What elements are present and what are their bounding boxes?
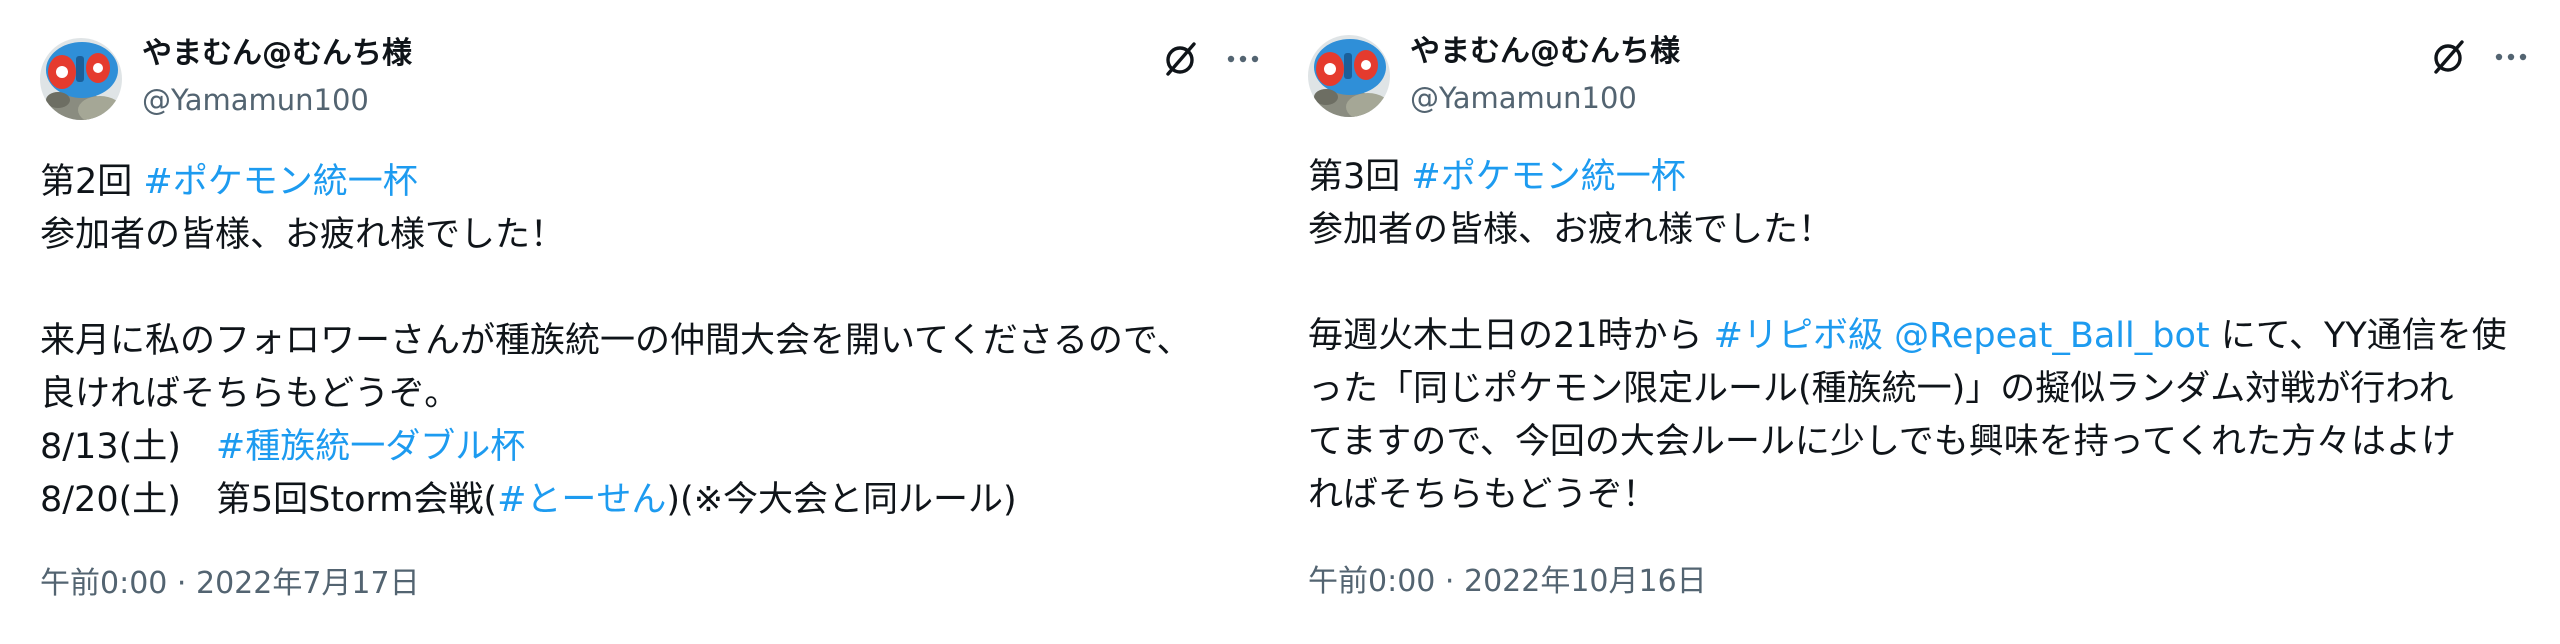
avatar[interactable] [40, 38, 122, 120]
text-line: 第3回 #ポケモン統一杯 [1308, 151, 2544, 204]
more-button[interactable] [1222, 38, 1264, 80]
hashtag-link[interactable]: #種族統一ダブル杯 [216, 427, 525, 467]
mention-link[interactable]: @Repeat_Ball_bot [1894, 316, 2209, 356]
grok-button[interactable] [1160, 38, 1202, 80]
text-span: 第3回 [1308, 157, 1412, 197]
grok-button[interactable] [2428, 36, 2470, 78]
text-line: 良ければそちらもどうぞ。 [40, 374, 460, 414]
text-line: 毎週火木土日の21時から #リピボ級 @Repeat_Ball_bot にて、Y… [1308, 310, 2544, 363]
text-line: 参加者の皆様、お疲れ様でした！ [40, 215, 566, 255]
text-line: 来月に私のフォロワーさんが種族統一の仲間大会を開いてくださるので、 [40, 321, 1192, 361]
text-span: にて、YY通信を使 [2209, 316, 2507, 356]
tweet-card: やまむん@むんち様 @Yamamun100 第3回 #ポケモン統一杯 参加者の皆… [1280, 0, 2560, 644]
text-line: 8/20(土) 第5回Storm会戦(#とーせん)(※今大会と同ルール) [40, 474, 1250, 527]
avatar[interactable] [1308, 35, 1390, 117]
text-line: 第2回 #ポケモン統一杯 [40, 156, 1250, 209]
text-line: った「同じポケモン限定ルール(種族統一)」の擬似ランダム対戦が行われ [1308, 369, 2454, 409]
author-display-name[interactable]: やまむん@むんち様 [1410, 32, 1680, 72]
text-span: 8/20(土) 第5回Storm会戦( [40, 480, 498, 520]
text-span: 第2回 [40, 162, 144, 202]
hashtag-link[interactable]: #リピボ級 [1714, 316, 1883, 356]
text-span [1883, 316, 1894, 356]
avatar-image [1308, 35, 1390, 117]
text-span: 毎週火木土日の21時から [1308, 316, 1714, 356]
tweet-timestamp[interactable]: 午前0:00 · 2022年10月16日 [1308, 562, 1707, 602]
timestamp-link[interactable]: 午前0:00 · 2022年7月17日 [40, 566, 420, 601]
text-line: 参加者の皆様、お疲れ様でした！ [1308, 210, 1834, 250]
text-line: ればそちらもどうぞ！ [1308, 475, 1658, 515]
author-handle[interactable]: @Yamamun100 [142, 80, 369, 120]
tweet-text: 第3回 #ポケモン統一杯 参加者の皆様、お疲れ様でした！ 毎週火木土日の21時か… [1308, 151, 2544, 522]
avatar-image [40, 38, 122, 120]
tweet-timestamp[interactable]: 午前0:00 · 2022年7月17日 [40, 564, 420, 604]
author-display-name[interactable]: やまむん@むんち様 [142, 34, 412, 74]
grok-icon [2434, 40, 2464, 74]
tweet-card: やまむん@むんち様 @Yamamun100 第2回 #ポケモン統一杯 参加者の皆… [0, 0, 1280, 644]
hashtag-link[interactable]: #ポケモン統一杯 [1411, 157, 1685, 197]
more-icon [2495, 53, 2527, 61]
text-line: てますので、今回の大会ルールに少しでも興味を持ってくれた方々はよけ [1308, 422, 2457, 462]
tweet-text: 第2回 #ポケモン統一杯 参加者の皆様、お疲れ様でした！ 来月に私のフォロワーさ… [40, 156, 1250, 527]
text-line: 8/13(土) #種族統一ダブル杯 [40, 421, 1250, 474]
text-span: )(※今大会と同ルール) [666, 480, 1017, 520]
more-icon [1227, 55, 1259, 63]
hashtag-link[interactable]: #とーせん [497, 480, 666, 520]
hashtag-link[interactable]: #ポケモン統一杯 [143, 162, 417, 202]
timestamp-link[interactable]: 午前0:00 · 2022年10月16日 [1308, 564, 1707, 599]
author-handle[interactable]: @Yamamun100 [1410, 78, 1637, 118]
grok-icon [1166, 42, 1196, 76]
event-date: 8/13(土) [40, 427, 216, 467]
more-button[interactable] [2490, 36, 2532, 78]
